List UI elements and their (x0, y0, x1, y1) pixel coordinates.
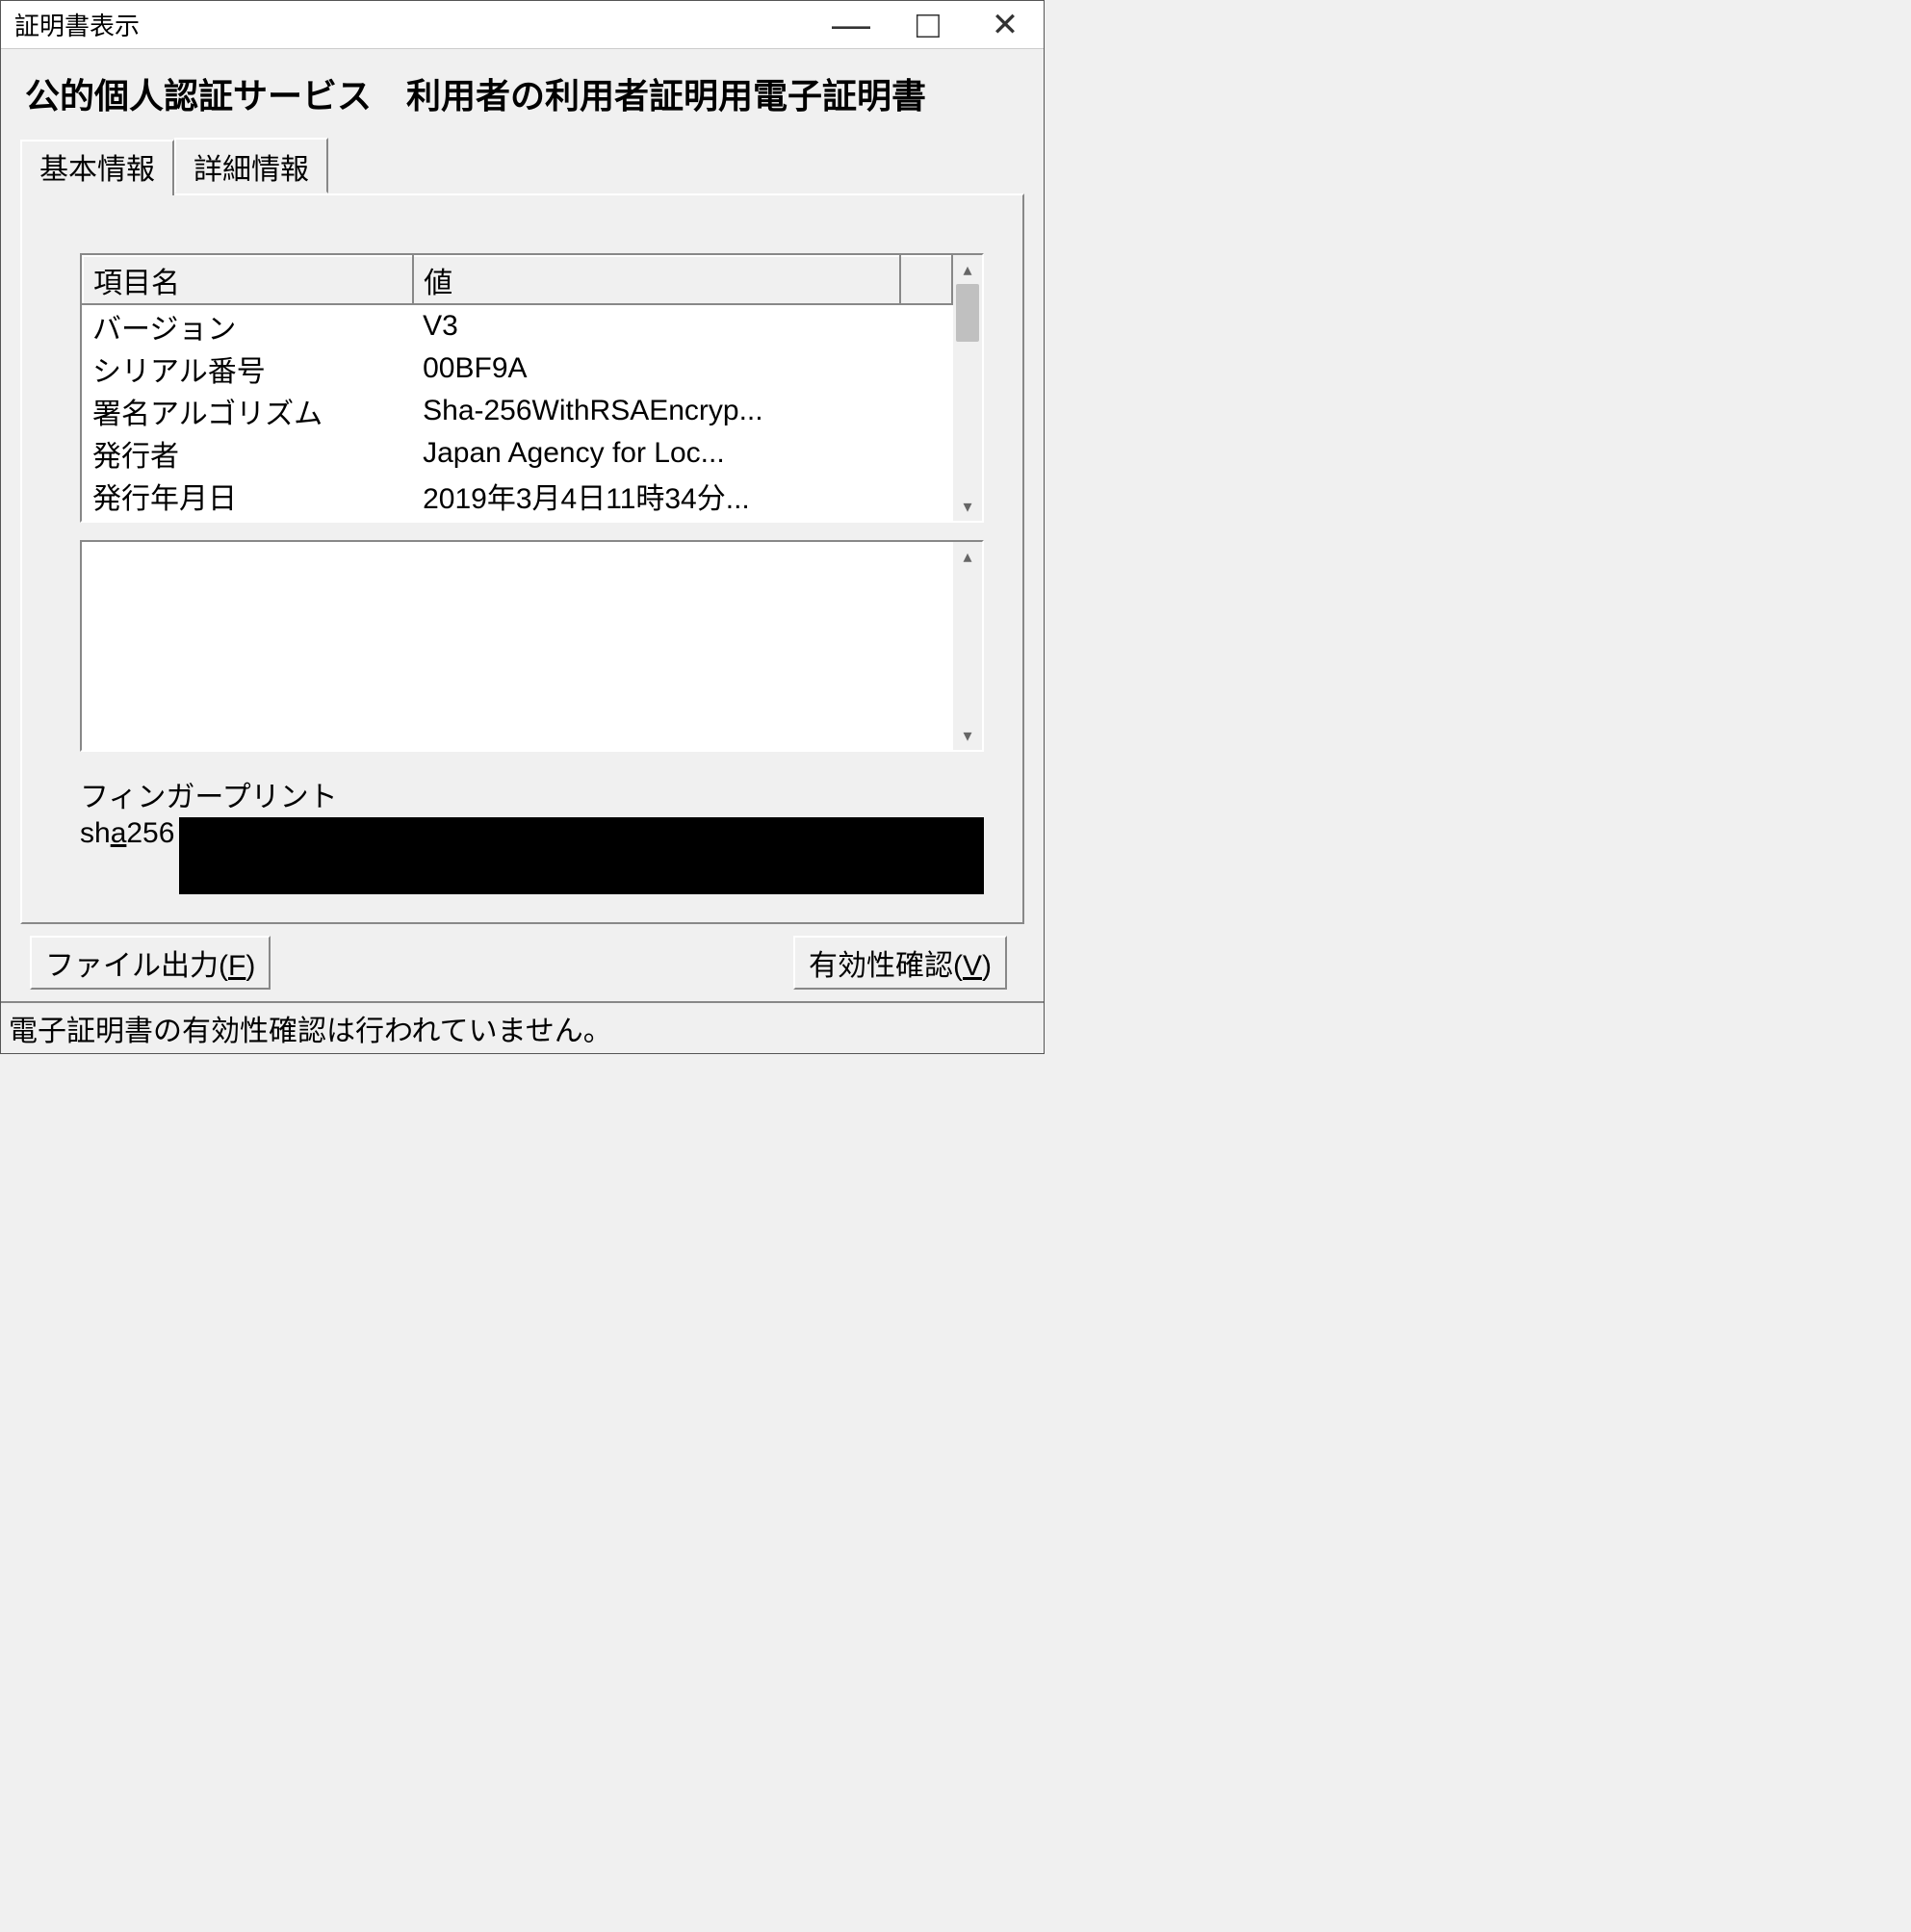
scroll-track[interactable] (953, 284, 982, 492)
page-title: 公的個人認証サービス 利用者の利用者証明用電子証明書 (20, 68, 1024, 118)
scroll-up-icon[interactable]: ▴ (953, 542, 982, 571)
tab-panel: 項目名 値 バージョンV3 シリアル番号00BF9A 署名アルゴリズムSha-2… (20, 193, 1024, 924)
scroll-track[interactable] (953, 571, 982, 721)
table-row[interactable]: 発行者Japan Agency for Loc... (83, 432, 952, 475)
table-row[interactable]: 有効期間の満了日2024年1月8日23時59分... (83, 517, 952, 521)
scroll-down-icon[interactable]: ▾ (953, 721, 982, 750)
scroll-up-icon[interactable]: ▴ (953, 255, 982, 284)
column-header-value[interactable]: 値 (413, 256, 900, 304)
certificate-table-wrap: 項目名 値 バージョンV3 シリアル番号00BF9A 署名アルゴリズムSha-2… (80, 253, 984, 523)
close-button[interactable]: ✕ (967, 1, 1044, 48)
minimize-button[interactable]: ― (813, 1, 890, 48)
table-row[interactable]: シリアル番号00BF9A (83, 348, 952, 390)
fingerprint-hash-label: sha256 (80, 817, 174, 850)
fingerprint-section: フィンガープリント sha256 (80, 773, 984, 894)
table-row[interactable]: 署名アルゴリズムSha-256WithRSAEncryp... (83, 390, 952, 432)
file-output-button[interactable]: ファイル出力(F) (30, 936, 271, 990)
titlebar-controls: ― □ ✕ (813, 1, 1044, 48)
fingerprint-label: フィンガープリント (80, 773, 984, 815)
fingerprint-value-redacted (179, 817, 984, 894)
column-header-name[interactable]: 項目名 (83, 256, 413, 304)
column-header-spacer (900, 256, 952, 304)
details-textarea[interactable]: ▴ ▾ (80, 540, 984, 752)
status-bar: 電子証明書の有効性確認は行われていません。 (1, 1001, 1044, 1053)
tab-basic[interactable]: 基本情報 (20, 140, 174, 195)
titlebar: 証明書表示 ― □ ✕ (1, 1, 1044, 49)
table-row[interactable]: 発行年月日2019年3月4日11時34分... (83, 475, 952, 517)
maximize-button[interactable]: □ (890, 1, 967, 48)
scroll-thumb[interactable] (956, 284, 979, 342)
scroll-down-icon[interactable]: ▾ (953, 492, 982, 521)
validity-check-button[interactable]: 有効性確認(V) (793, 936, 1007, 990)
content: 公的個人認証サービス 利用者の利用者証明用電子証明書 基本情報 詳細情報 項目名… (1, 49, 1044, 1001)
details-scrollbar[interactable]: ▴ ▾ (953, 542, 982, 750)
table-scrollbar[interactable]: ▴ ▾ (953, 255, 982, 521)
button-bar: ファイル出力(F) 有効性確認(V) (20, 924, 1024, 992)
tabs: 基本情報 詳細情報 (20, 138, 1024, 193)
tab-detail[interactable]: 詳細情報 (174, 138, 328, 193)
certificate-table[interactable]: 項目名 値 バージョンV3 シリアル番号00BF9A 署名アルゴリズムSha-2… (82, 255, 953, 521)
table-row[interactable]: バージョンV3 (83, 304, 952, 348)
window-title: 証明書表示 (14, 7, 813, 42)
